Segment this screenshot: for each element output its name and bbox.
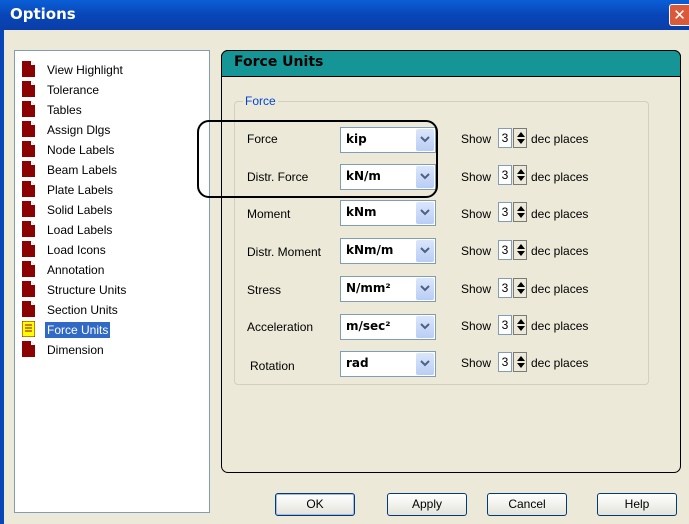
unit-select-rotation[interactable]: rad xyxy=(340,351,436,377)
document-icon xyxy=(22,101,35,117)
chevron-down-icon[interactable] xyxy=(416,240,434,262)
tree-item-label: Tolerance xyxy=(47,83,100,97)
decimal-places-input[interactable]: 3 xyxy=(498,165,512,185)
highlight-outline xyxy=(197,120,438,198)
panel-title: Force Units xyxy=(234,54,324,70)
spin-up-down-icon[interactable] xyxy=(513,240,527,260)
tree-item-label: Plate Labels xyxy=(47,183,114,197)
tree-item-label: Tables xyxy=(47,103,82,117)
dec-places-label: dec places xyxy=(531,319,589,333)
spin-up-down-icon[interactable] xyxy=(513,165,527,185)
combo-value: m/sec² xyxy=(346,319,391,333)
document-icon xyxy=(22,121,35,137)
unit-select-acceleration[interactable]: m/sec² xyxy=(340,314,436,340)
spin-up-down-icon[interactable] xyxy=(513,352,527,372)
tree-item-label: Load Icons xyxy=(47,243,106,257)
tree-item-label: Force Units xyxy=(45,322,111,338)
tree-item-label: Section Units xyxy=(47,303,118,317)
document-icon xyxy=(22,61,35,77)
unit-select-distr-moment[interactable]: kNm/m xyxy=(340,238,436,264)
window-frame xyxy=(0,30,4,524)
combo-value: kNm xyxy=(346,205,377,219)
cancel-button[interactable]: Cancel xyxy=(487,493,567,516)
tree-item-label: Dimension xyxy=(47,343,104,357)
row-label-acceleration: Acceleration xyxy=(247,320,314,334)
tree-item-label: Solid Labels xyxy=(47,203,113,217)
window-title: Options xyxy=(10,5,76,23)
unit-select-stress[interactable]: N/mm² xyxy=(340,276,436,302)
document-icon xyxy=(22,341,35,357)
dec-places-label: dec places xyxy=(531,244,589,258)
combo-value: rad xyxy=(346,356,369,370)
dec-places-label: dec places xyxy=(531,356,589,370)
decimal-places-input[interactable]: 3 xyxy=(498,278,512,298)
document-icon xyxy=(22,221,35,237)
row-label-distr-moment: Distr. Moment xyxy=(247,245,322,259)
panel-header: Force Units xyxy=(221,50,681,77)
help-button[interactable]: Help xyxy=(597,493,677,516)
document-icon xyxy=(22,241,35,257)
dec-places-label: dec places xyxy=(531,207,589,221)
row-label-stress: Stress xyxy=(247,283,282,297)
show-label: Show xyxy=(461,207,492,221)
tree-item-label: Annotation xyxy=(47,263,105,277)
row-label-moment: Moment xyxy=(247,207,291,221)
tree-item-label: Load Labels xyxy=(47,223,113,237)
show-label: Show xyxy=(461,244,492,258)
spin-up-down-icon[interactable] xyxy=(513,315,527,335)
tree-item-label: Assign Dlgs xyxy=(47,123,111,137)
show-label: Show xyxy=(461,282,492,296)
tree-item-label: View Highlight xyxy=(47,63,123,77)
close-icon: ✕ xyxy=(673,6,686,24)
chevron-down-icon[interactable] xyxy=(416,202,434,224)
ok-button[interactable]: OK xyxy=(275,493,355,516)
unit-select-moment[interactable]: kNm xyxy=(340,200,436,226)
show-label: Show xyxy=(461,132,492,146)
tree-item-label: Beam Labels xyxy=(47,163,118,177)
document-icon xyxy=(22,301,35,317)
group-label: Force xyxy=(243,94,278,108)
chevron-down-icon[interactable] xyxy=(416,316,434,338)
title-bar: Options xyxy=(0,0,689,30)
document-icon xyxy=(22,81,35,97)
row-label-rotation: Rotation xyxy=(250,359,295,373)
spin-up-down-icon[interactable] xyxy=(513,128,527,148)
show-label: Show xyxy=(461,356,492,370)
document-icon xyxy=(22,141,35,157)
document-icon xyxy=(22,181,35,197)
decimal-places-input[interactable]: 3 xyxy=(498,128,512,148)
document-icon xyxy=(22,161,35,177)
close-button[interactable]: ✕ xyxy=(669,4,689,26)
show-label: Show xyxy=(461,170,492,184)
spin-up-down-icon[interactable] xyxy=(513,202,527,222)
show-label: Show xyxy=(461,319,492,333)
dec-places-label: dec places xyxy=(531,170,589,184)
dec-places-label: dec places xyxy=(531,132,589,146)
category-tree[interactable]: View Highlight Tolerance Tables Assign D… xyxy=(14,50,210,513)
combo-value: kNm/m xyxy=(346,243,394,257)
chevron-down-icon[interactable] xyxy=(416,353,434,375)
decimal-places-input[interactable]: 3 xyxy=(498,240,512,260)
tree-item-label: Node Labels xyxy=(47,143,115,157)
decimal-places-input[interactable]: 3 xyxy=(498,315,512,335)
document-icon xyxy=(22,201,35,217)
tree-item-label: Structure Units xyxy=(47,283,127,297)
combo-value: N/mm² xyxy=(346,281,391,295)
document-icon xyxy=(22,261,35,277)
document-icon xyxy=(22,281,35,297)
spin-up-down-icon[interactable] xyxy=(513,278,527,298)
decimal-places-input[interactable]: 3 xyxy=(498,352,512,372)
apply-button[interactable]: Apply xyxy=(387,493,467,516)
dec-places-label: dec places xyxy=(531,282,589,296)
open-document-icon xyxy=(22,321,35,337)
chevron-down-icon[interactable] xyxy=(416,278,434,300)
decimal-places-input[interactable]: 3 xyxy=(498,202,512,222)
